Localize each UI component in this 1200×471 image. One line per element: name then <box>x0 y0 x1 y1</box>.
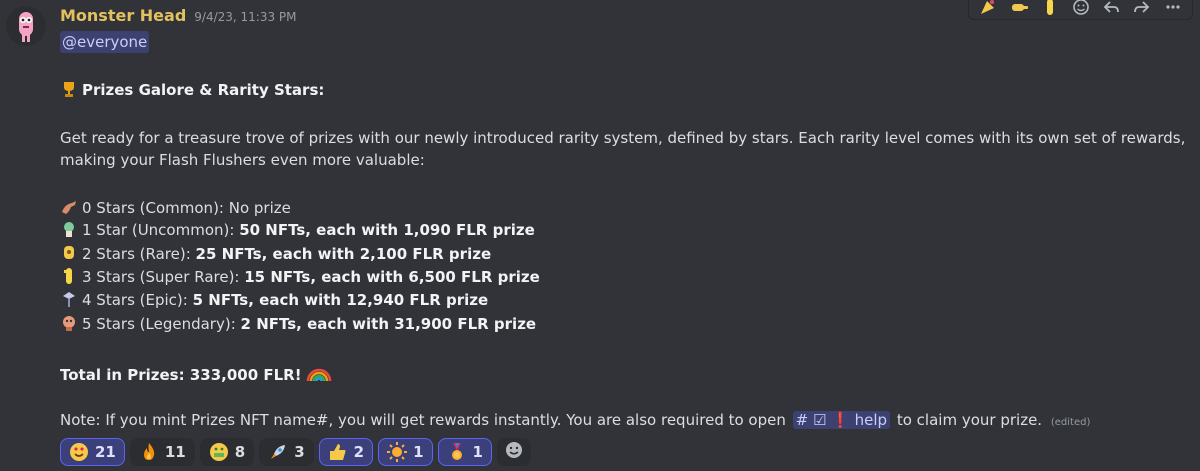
quick-reaction-monster-icon[interactable] <box>1036 0 1063 18</box>
trophy-icon <box>60 80 78 98</box>
reaction-heart-eyes[interactable]: 21 <box>60 438 125 466</box>
reactions-bar: 21 11 8 3 2 1 1 <box>60 438 531 466</box>
reaction-money-mouth[interactable]: 8 <box>199 438 255 466</box>
timestamp[interactable]: 9/4/23, 11:33 PM <box>194 10 296 24</box>
rarity-row-5: 5 Stars (Legendary): 2 NFTs, each with 3… <box>60 313 536 335</box>
intro-line-1: Get ready for a treasure trove of prizes… <box>60 129 1186 147</box>
rarity-row-0: 0 Stars (Common): No prize <box>60 197 291 219</box>
rainbow-icon <box>306 361 332 383</box>
rarity-prize: 50 NFTs, each with 1,090 FLR prize <box>239 221 535 239</box>
monster-uncommon-icon <box>60 220 78 238</box>
forward-icon[interactable] <box>1129 0 1156 18</box>
heading-text: Prizes Galore & Rarity Stars: <box>82 81 325 99</box>
quick-reaction-pointing-icon[interactable] <box>1006 0 1033 18</box>
reaction-count: 8 <box>234 443 246 461</box>
username[interactable]: Monster Head <box>60 6 186 25</box>
fire-emoji-icon <box>139 442 159 462</box>
rarity-prize: 5 NFTs, each with 12,940 FLR prize <box>192 291 489 309</box>
total-prizes-line: Total in Prizes: 333,000 FLR! <box>60 361 336 386</box>
reaction-count: 21 <box>95 443 116 461</box>
reaction-count: 11 <box>164 443 186 461</box>
medal-emoji-icon <box>447 442 467 462</box>
thumbs-up-emoji-icon <box>328 442 348 462</box>
rarity-row-4: 4 Stars (Epic): 5 NFTs, each with 12,940… <box>60 289 488 311</box>
help-channel-link[interactable]: # ☑ ❗ help <box>792 411 891 429</box>
avatar[interactable] <box>6 6 46 46</box>
rarity-label: 3 Stars (Super Rare): <box>82 268 245 286</box>
dinosaur-icon <box>60 198 78 216</box>
sun-emoji-icon <box>387 442 408 462</box>
reaction-count: 1 <box>413 443 424 461</box>
rocket-emoji-icon <box>268 442 288 462</box>
money-mouth-emoji-icon <box>209 442 229 462</box>
rarity-row-1: 1 Star (Uncommon): 50 NFTs, each with 1,… <box>60 219 535 241</box>
monster-epic-icon <box>60 290 78 308</box>
rarity-prize: 15 NFTs, each with 6,500 FLR prize <box>244 268 540 286</box>
rarity-prize: 2 NFTs, each with 31,900 FLR prize <box>240 315 537 333</box>
rarity-label: 5 Stars (Legendary): <box>82 315 241 333</box>
add-reaction-button[interactable] <box>496 438 531 466</box>
reaction-medal[interactable]: 1 <box>437 438 492 466</box>
intro-line-2: making your Flash Flushers even more val… <box>60 151 425 169</box>
reaction-count: 3 <box>294 443 305 461</box>
rarity-row-2: 2 Stars (Rare): 25 NFTs, each with 2,100… <box>60 243 491 265</box>
note-line: Note: If you mint Prizes NFT name#, you … <box>60 409 1090 434</box>
reaction-rocket[interactable]: 3 <box>259 438 314 466</box>
monster-legendary-icon <box>60 314 78 332</box>
message-heading: Prizes Galore & Rarity Stars: <box>60 79 324 101</box>
note-text-after: to claim your prize. <box>896 411 1043 429</box>
add-reaction-smiley-icon <box>504 440 524 464</box>
more-options-icon[interactable] <box>1159 0 1186 18</box>
reaction-fire[interactable]: 11 <box>129 438 195 466</box>
edited-indicator: (edited) <box>1050 417 1091 428</box>
message-header: Monster Head 9/4/23, 11:33 PM <box>60 6 297 28</box>
message-action-toolbar <box>968 0 1193 20</box>
heart-eyes-emoji-icon <box>69 442 89 462</box>
rarity-label: 0 Stars (Common): No prize <box>82 199 291 217</box>
rarity-label: 2 Stars (Rare): <box>82 245 196 263</box>
rarity-label: 4 Stars (Epic): <box>82 291 193 309</box>
rarity-row-3: 3 Stars (Super Rare): 15 NFTs, each with… <box>60 266 540 288</box>
reaction-sun[interactable]: 1 <box>378 438 433 466</box>
rarity-label: 1 Star (Uncommon): <box>82 221 240 239</box>
reply-icon[interactable] <box>1098 0 1125 18</box>
monster-super-rare-icon <box>60 267 78 285</box>
note-text-before: Note: If you mint Prizes NFT name#, you … <box>60 411 786 429</box>
reaction-count: 1 <box>472 443 483 461</box>
add-reaction-icon[interactable] <box>1067 0 1094 18</box>
total-prizes-text: Total in Prizes: 333,000 FLR! <box>60 366 302 384</box>
reaction-count: 2 <box>353 443 365 461</box>
monster-rare-icon <box>60 244 78 262</box>
quick-reaction-party-icon[interactable] <box>975 0 1002 18</box>
reaction-thumbs-up[interactable]: 2 <box>318 438 374 466</box>
rarity-prize: 25 NFTs, each with 2,100 FLR prize <box>195 245 492 263</box>
everyone-mention[interactable]: @everyone <box>60 31 150 53</box>
